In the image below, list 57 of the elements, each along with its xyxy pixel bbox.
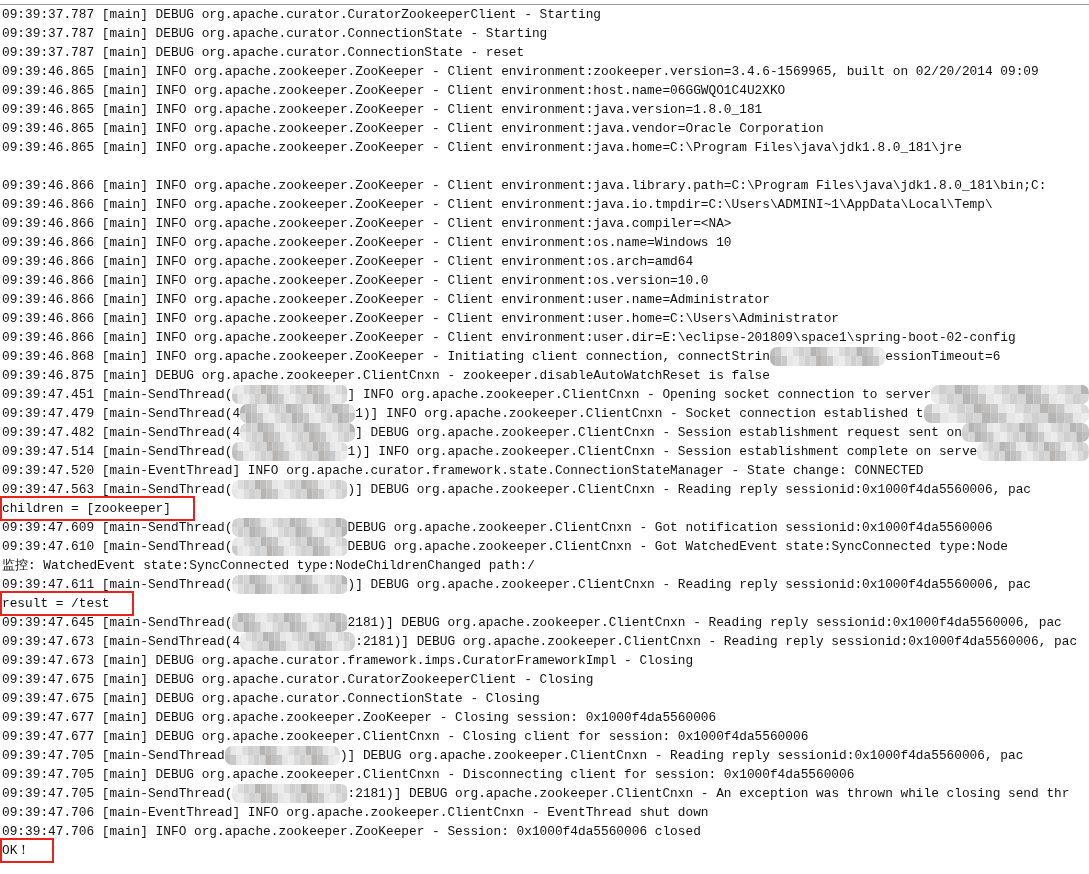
log-text: DEBUG org.apache.zookeeper.ClientCnxn - Got notification sessionid:0x1000f4da5560006 [347, 519, 993, 537]
log-text: 09:39:46.866 [main] INFO org.apache.zookeeper.ZooKeeper - Client environment:os.version=10.0 [2, 272, 709, 290]
log-text: 09:39:46.865 [main] INFO org.apache.zookeeper.ZooKeeper - Client environment:host.name=06GGWQO1C4U2XKO [2, 82, 786, 100]
log-text: 09:39:46.865 [main] INFO org.apache.zookeeper.ZooKeeper - Client environment:zookeeper.version=3.4.6-1569965, built on 02/20/2014 09:09 [2, 63, 1039, 81]
console-output: OK！ [0, 838, 55, 863]
log-text: 09:39:46.866 [main] INFO org.apache.zookeeper.ZooKeeper - Client environment:java.library.path=C:\Program Files\java\jdk1.8.0_181\bin;C: [2, 177, 1047, 195]
log-text: 09:39:37.787 [main] DEBUG org.apache.curator.ConnectionState - reset [2, 44, 525, 62]
log-text: 09:39:47.563 [main-SendThread( [2, 481, 233, 499]
log-text: 1)] INFO org.apache.zookeeper.ClientCnxn - Socket connection established t [355, 405, 924, 423]
log-text: 09:39:47.673 [main] DEBUG org.apache.curator.framework.imps.CuratorFrameworkImpl - Closing [2, 652, 694, 670]
log-text: ] DEBUG org.apache.zookeeper.ClientCnxn - Session establishment request sent on [355, 424, 962, 442]
log-text: 09:39:47.677 [main] DEBUG org.apache.zookeeper.ZooKeeper - Closing session: 0x1000f4da5560006 [2, 709, 717, 727]
log-text: 09:39:46.866 [main] INFO org.apache.zookeeper.ZooKeeper - Client environment:os.name=Windows 10 [2, 234, 732, 252]
console-output: children = [zookeeper] [0, 496, 195, 521]
log-text: 09:39:46.866 [main] INFO org.apache.zookeeper.ZooKeeper - Client environment:user.dir=E:\eclipse-201809\space1\spring-boot-02-config [2, 329, 1016, 347]
log-text: )] DEBUG org.apache.zookeeper.ClientCnxn - Reading reply sessionid:0x1000f4da5560006, pac [339, 747, 1024, 765]
log-text: :2181)] DEBUG org.apache.zookeeper.ClientCnxn - An exception was thrown while closing send thr [347, 785, 1070, 803]
log-text: 09:39:47.706 [main] INFO org.apache.zookeeper.ZooKeeper - Session: 0x1000f4da5560006 closed [2, 823, 701, 841]
log-text: 09:39:47.610 [main-SendThread( [2, 538, 233, 556]
log-text: 09:39:46.865 [main] INFO org.apache.zookeeper.ZooKeeper - Client environment:java.home=C:\Program Files\java\jdk1.8.0_181\jre [2, 139, 962, 157]
log-text: 09:39:46.866 [main] INFO org.apache.zookeeper.ZooKeeper - Client environment:java.io.tmpdir=C:\Users\ADMINI~1\AppData\Local\Temp\ [2, 196, 993, 214]
log-text: 09:39:47.705 [main-SendThread( [2, 785, 233, 803]
log-text: 09:39:47.677 [main] DEBUG org.apache.zookeeper.ClientCnxn - Closing client for session: 0x1000f4da5560006 [2, 728, 809, 746]
log-text: 09:39:46.868 [main] INFO org.apache.zookeeper.ZooKeeper - Initiating client connection, connectStrin [2, 348, 770, 366]
log-text: 09:39:47.675 [main] DEBUG org.apache.curator.ConnectionState - Closing [2, 690, 540, 708]
log-text: 09:39:47.705 [main] DEBUG org.apache.zookeeper.ClientCnxn - Disconnecting client for session: 0x1000f4da5560006 [2, 766, 855, 784]
log-text: 09:39:47.514 [main-SendThread( [2, 443, 233, 461]
log-text: 09:39:46.866 [main] INFO org.apache.zookeeper.ZooKeeper - Client environment:os.arch=amd64 [2, 253, 694, 271]
log-text: 09:39:46.866 [main] INFO org.apache.zookeeper.ZooKeeper - Client environment:user.home=C:\Users\Administrator [2, 310, 840, 328]
log-text: 09:39:46.866 [main] INFO org.apache.zookeeper.ZooKeeper - Client environment:java.compiler=<NA> [2, 215, 732, 233]
console-output: 监控: WatchedEvent state:SyncConnected type:NodeChildrenChanged path:/ [2, 557, 535, 575]
log-text: 09:39:46.866 [main] INFO org.apache.zookeeper.ZooKeeper - Client environment:user.name=Administrator [2, 291, 770, 309]
log-text: 09:39:47.451 [main-SendThread( [2, 386, 233, 404]
log-text: 09:39:47.520 [main-EventThread] INFO org.apache.curator.framework.state.ConnectionStateManager - State change: CONNECTED [2, 462, 924, 480]
console-output: result = /test [0, 591, 134, 616]
log-text: 09:39:46.865 [main] INFO org.apache.zookeeper.ZooKeeper - Client environment:java.vendor=Oracle Corporation [2, 120, 824, 138]
log-text: 09:39:47.609 [main-SendThread( [2, 519, 233, 537]
log-text: DEBUG org.apache.zookeeper.ClientCnxn - Got WatchedEvent state:SyncConnected type:Node [347, 538, 1008, 556]
log-text: 2181)] DEBUG org.apache.zookeeper.ClientCnxn - Reading reply sessionid:0x1000f4da5560006, pac [347, 614, 1062, 632]
log-text: 09:39:46.865 [main] INFO org.apache.zookeeper.ZooKeeper - Client environment:java.version=1.8.0_181 [2, 101, 763, 119]
log-text: 09:39:47.705 [main-SendThread [2, 747, 225, 765]
log-text: )] DEBUG org.apache.zookeeper.ClientCnxn - Reading reply sessionid:0x1000f4da5560006, pac [347, 576, 1032, 594]
log-text: 09:39:47.645 [main-SendThread( [2, 614, 233, 632]
log-text: :2181)] DEBUG org.apache.zookeeper.ClientCnxn - Reading reply sessionid:0x1000f4da5560006, pac [355, 633, 1078, 651]
log-text: 09:39:47.706 [main-EventThread] INFO org.apache.zookeeper.ClientCnxn - EventThread shut down [2, 804, 709, 822]
log-text: 09:39:47.479 [main-SendThread(4 [2, 405, 241, 423]
log-text: 09:39:47.482 [main-SendThread(4 [2, 424, 241, 442]
log-text: essionTimeout=6 [885, 348, 1001, 366]
log-text: ] INFO org.apache.zookeeper.ClientCnxn - Opening socket connection to server [347, 386, 932, 404]
log-text: 1)] INFO org.apache.zookeeper.ClientCnxn - Session establishment complete on serve [347, 443, 978, 461]
log-text: 09:39:47.673 [main-SendThread(4 [2, 633, 241, 651]
log-text: )] DEBUG org.apache.zookeeper.ClientCnxn - Reading reply sessionid:0x1000f4da5560006, pac [347, 481, 1032, 499]
log-text: 09:39:37.787 [main] DEBUG org.apache.curator.ConnectionState - Starting [2, 25, 548, 43]
log-text: 09:39:47.675 [main] DEBUG org.apache.curator.CuratorZookeeperClient - Closing [2, 671, 594, 689]
log-text: 09:39:46.875 [main] DEBUG org.apache.zookeeper.ClientCnxn - zookeeper.disableAutoWatchReset is false [2, 367, 770, 385]
log-text: 09:39:37.787 [main] DEBUG org.apache.curator.CuratorZookeeperClient - Starting [2, 6, 601, 24]
log-text: 09:39:47.611 [main-SendThread( [2, 576, 233, 594]
